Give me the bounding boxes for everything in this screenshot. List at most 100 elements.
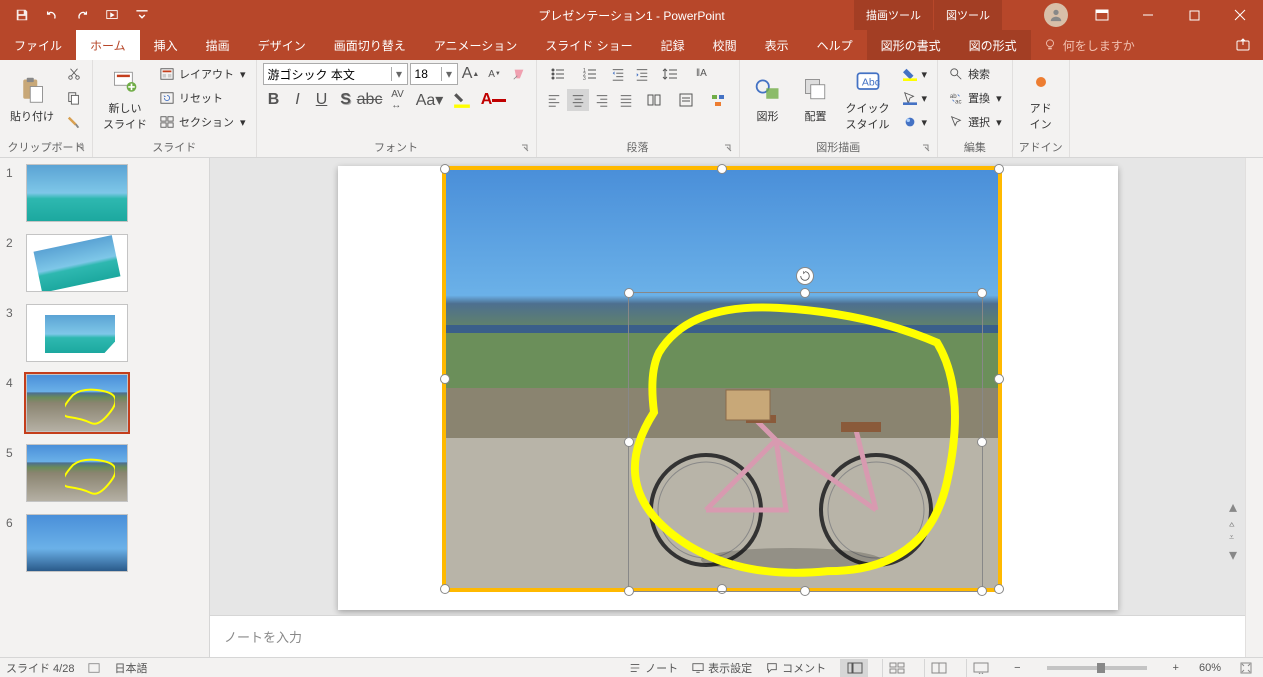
display-settings-button[interactable]: 表示設定 xyxy=(692,660,752,676)
tellme-search[interactable]: 何をしますか xyxy=(1031,30,1147,60)
tab-help[interactable]: ヘルプ xyxy=(803,30,867,60)
reset-button[interactable]: リセット xyxy=(155,87,250,109)
next-slide-icon[interactable]: ⩡ xyxy=(1229,532,1243,543)
normal-view-icon[interactable] xyxy=(840,659,868,677)
font-size-combo[interactable]: 18▾ xyxy=(410,63,458,85)
accessibility-icon[interactable] xyxy=(88,662,100,674)
shape-effects-button[interactable]: ▾ xyxy=(898,111,932,133)
account-avatar[interactable] xyxy=(1033,0,1079,30)
decrease-font-icon[interactable]: A▼ xyxy=(484,63,506,85)
thumbnail-1[interactable] xyxy=(26,164,128,222)
section-button[interactable]: セクション▾ xyxy=(155,111,250,133)
tab-draw[interactable]: 描画 xyxy=(192,30,244,60)
slide-stage[interactable] xyxy=(338,166,1118,610)
char-spacing-icon[interactable]: AV↔ xyxy=(383,89,413,111)
tab-transitions[interactable]: 画面切り替え xyxy=(320,30,420,60)
increase-font-icon[interactable]: A▲ xyxy=(460,63,482,85)
thumb-row-4[interactable]: 4 xyxy=(0,368,209,438)
thumbnail-5[interactable] xyxy=(26,444,128,502)
slide-counter[interactable]: スライド 4/28 xyxy=(6,660,74,676)
redo-icon[interactable] xyxy=(68,1,96,29)
slide-thumbnails-panel[interactable]: 1 2 3 4 5 6 xyxy=(0,158,210,657)
tab-review[interactable]: 校閲 xyxy=(699,30,751,60)
strikethrough-icon[interactable]: abc xyxy=(359,89,381,111)
thumb-row-2[interactable]: 2 xyxy=(0,228,209,298)
drawing-launcher-icon[interactable] xyxy=(921,143,933,155)
increase-indent-icon[interactable] xyxy=(631,63,653,85)
tab-home[interactable]: ホーム xyxy=(76,30,140,60)
shape-outline-button[interactable]: ▾ xyxy=(898,87,932,109)
zoom-out-button[interactable]: − xyxy=(1008,662,1026,674)
zoom-slider[interactable] xyxy=(1047,666,1147,670)
replace-button[interactable]: abac置換▾ xyxy=(944,87,1006,109)
change-case-icon[interactable]: Aa▾ xyxy=(415,89,445,111)
slideshow-view-icon[interactable] xyxy=(966,659,994,677)
font-launcher-icon[interactable] xyxy=(520,143,532,155)
columns-icon[interactable] xyxy=(639,89,669,111)
tab-insert[interactable]: 挿入 xyxy=(140,30,192,60)
bullets-icon[interactable] xyxy=(543,63,573,85)
shadow-icon[interactable]: S xyxy=(335,89,357,111)
justify-icon[interactable] xyxy=(615,89,637,111)
slide-sorter-view-icon[interactable] xyxy=(882,659,910,677)
font-color-icon[interactable]: A xyxy=(479,89,509,111)
tab-picture-format[interactable]: 図の形式 xyxy=(955,30,1031,60)
tab-design[interactable]: デザイン xyxy=(244,30,320,60)
paste-button[interactable]: 貼り付け xyxy=(6,63,58,135)
align-center-icon[interactable] xyxy=(567,89,589,111)
new-slide-button[interactable]: 新しい スライド xyxy=(99,63,151,135)
italic-icon[interactable]: I xyxy=(287,89,309,111)
clear-formatting-icon[interactable] xyxy=(508,63,530,85)
numbering-icon[interactable]: 123 xyxy=(575,63,605,85)
thumb-row-3[interactable]: 3 xyxy=(0,298,209,368)
tab-file[interactable]: ファイル xyxy=(0,30,76,60)
bold-icon[interactable]: B xyxy=(263,89,285,111)
shape-fill-button[interactable]: ▾ xyxy=(898,63,932,85)
align-right-icon[interactable] xyxy=(591,89,613,111)
addins-button[interactable]: アド イン xyxy=(1019,63,1063,135)
minimize-button[interactable] xyxy=(1125,0,1171,30)
paragraph-launcher-icon[interactable] xyxy=(723,143,735,155)
canvas-scroll[interactable]: ▴ ⩟ ⩡ ▾ xyxy=(210,158,1245,615)
notes-pane[interactable]: ノートを入力 xyxy=(210,615,1245,657)
clipboard-launcher-icon[interactable] xyxy=(76,143,88,155)
tab-record[interactable]: 記録 xyxy=(647,30,699,60)
rotate-handle[interactable] xyxy=(796,267,814,285)
layout-button[interactable]: レイアウト▾ xyxy=(155,63,250,85)
save-icon[interactable] xyxy=(8,1,36,29)
maximize-button[interactable] xyxy=(1171,0,1217,30)
start-slideshow-icon[interactable] xyxy=(98,1,126,29)
decrease-indent-icon[interactable] xyxy=(607,63,629,85)
font-name-combo[interactable]: 游ゴシック 本文▾ xyxy=(263,63,408,85)
reading-view-icon[interactable] xyxy=(924,659,952,677)
qat-customize-icon[interactable] xyxy=(128,1,156,29)
thumbnail-4[interactable] xyxy=(26,374,128,432)
thumbnail-2[interactable] xyxy=(26,234,128,292)
scribble-shape[interactable] xyxy=(628,292,983,592)
copy-button[interactable] xyxy=(62,87,86,109)
zoom-level[interactable]: 60% xyxy=(1199,662,1221,674)
arrange-button[interactable]: 配置 xyxy=(794,63,838,135)
thumb-row-1[interactable]: 1 xyxy=(0,158,209,228)
prev-slide-icon-2[interactable]: ⩟ xyxy=(1229,519,1243,530)
language-indicator[interactable]: 日本語 xyxy=(114,660,147,676)
select-button[interactable]: 選択▾ xyxy=(944,111,1006,133)
quick-styles-button[interactable]: Abcクイック スタイル xyxy=(842,63,894,135)
thumb-row-6[interactable]: 6 xyxy=(0,508,209,578)
line-spacing-icon[interactable] xyxy=(655,63,685,85)
underline-icon[interactable]: U xyxy=(311,89,333,111)
align-text-vertical-icon[interactable] xyxy=(671,89,701,111)
zoom-in-button[interactable]: + xyxy=(1167,662,1185,674)
thumb-row-5[interactable]: 5 xyxy=(0,438,209,508)
share-button[interactable] xyxy=(1223,30,1263,60)
vertical-scrollbar[interactable] xyxy=(1245,158,1263,657)
highlight-icon[interactable] xyxy=(447,89,477,111)
tab-animations[interactable]: アニメーション xyxy=(420,30,532,60)
undo-icon[interactable] xyxy=(38,1,66,29)
ribbon-display-options-icon[interactable] xyxy=(1079,0,1125,30)
tab-slideshow[interactable]: スライド ショー xyxy=(531,30,646,60)
comments-button[interactable]: コメント xyxy=(766,660,826,676)
next-slide-icon-2[interactable]: ▾ xyxy=(1229,545,1243,565)
shapes-button[interactable]: 図形 xyxy=(746,63,790,135)
prev-slide-icon[interactable]: ▴ xyxy=(1229,497,1243,517)
